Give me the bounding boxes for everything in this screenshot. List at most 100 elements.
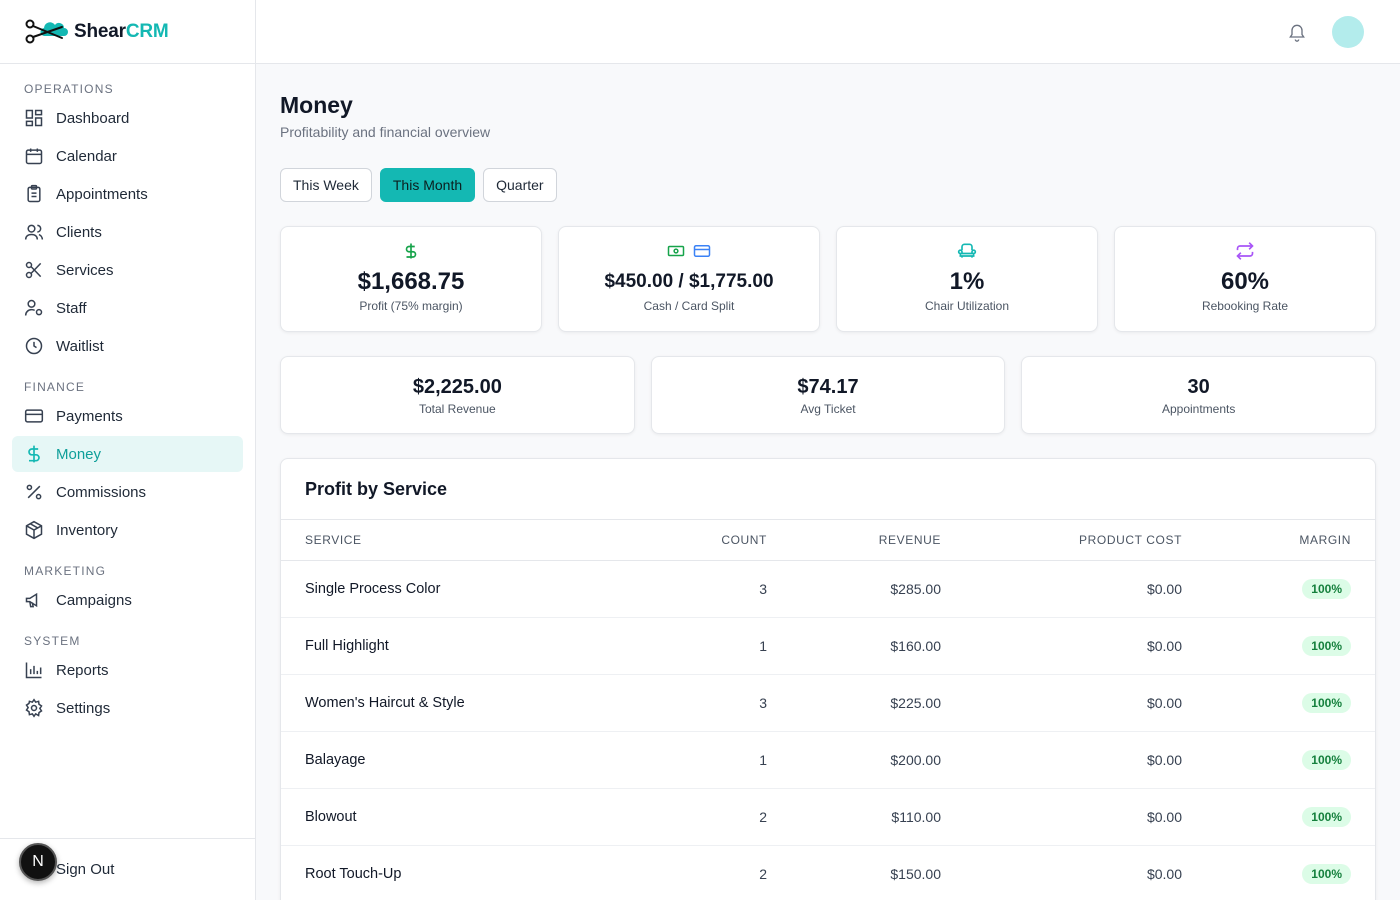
sidebar-item-staff[interactable]: Staff [12,290,243,326]
service-revenue: $200.00 [767,731,941,789]
col-count: COUNT [681,520,767,561]
service-revenue: $150.00 [767,845,941,900]
avatar[interactable] [1332,16,1364,48]
dollar-icon [24,444,44,464]
service-revenue: $225.00 [767,674,941,732]
gear-icon [24,698,44,718]
service-product-cost: $0.00 [941,788,1182,846]
service-name: Single Process Color [281,560,681,618]
sign-out-label: Sign Out [56,861,115,878]
table-row: Full Highlight 1 $160.00 $0.00 100% [281,617,1375,675]
sidebar-item-label: Calendar [56,147,117,165]
sidebar-item-appointments[interactable]: Appointments [12,176,243,212]
sidebar-item-calendar[interactable]: Calendar [12,138,243,174]
period-this-week-button[interactable]: This Week [280,168,372,202]
sidebar-item-label: Settings [56,699,111,717]
section-system: SYSTEM [24,634,81,648]
col-margin: MARGIN [1182,520,1375,561]
sidebar-item-label: Waitlist [56,337,104,355]
service-name: Full Highlight [281,617,681,675]
service-count: 1 [681,731,767,789]
appointments-card: 30 Appointments [1021,356,1377,434]
sidebar-item-settings[interactable]: Settings [12,690,243,726]
sidebar-item-label: Commissions [56,483,147,501]
cash-card-split-label: Cash / Card Split [643,299,735,313]
period-selector: This Week This Month Quarter [280,168,1376,202]
sidebar-item-reports[interactable]: Reports [12,652,243,688]
profit-by-service-card: Profit by Service SERVICE COUNT REVENUE … [280,458,1376,900]
total-revenue-label: Total Revenue [418,401,496,416]
topbar [256,0,1400,64]
dashboard-icon [24,108,44,128]
table-row: Blowout 2 $110.00 $0.00 100% [281,788,1375,846]
armchair-icon [957,241,977,266]
brand-name: ShearCRM [74,20,169,42]
period-quarter-button[interactable]: Quarter [483,168,557,202]
credit-card-icon [692,242,712,265]
avg-ticket-card: $74.17 Avg Ticket [650,356,1006,434]
col-revenue: REVENUE [767,520,941,561]
user-cog-icon [24,298,44,318]
sidebar-item-inventory[interactable]: Inventory [12,512,243,548]
sidebar-item-clients[interactable]: Clients [12,214,243,250]
service-count: 2 [681,845,767,900]
calendar-icon [24,146,44,166]
sidebar-item-campaigns[interactable]: Campaigns [12,582,243,618]
service-count: 1 [681,617,767,675]
sidebar-item-services[interactable]: Services [12,252,243,288]
service-count: 2 [681,788,767,846]
sidebar-item-label: Inventory [56,521,118,539]
credit-card-icon [24,406,44,426]
sidebar-item-money[interactable]: Money [12,436,243,472]
chair-utilization-label: Chair Utilization [924,299,1010,313]
sidebar: ShearCRM OPERATIONS Dashboard Calendar A… [0,0,256,900]
profit-by-service-title: Profit by Service [281,459,1375,520]
service-count: 3 [681,560,767,618]
cash-card-split-card: $450.00 / $1,775.00 Cash / Card Split [558,226,820,332]
sidebar-item-label: Campaigns [56,591,132,609]
page-title: Money [280,92,353,118]
section-marketing: MARKETING [24,564,107,578]
period-this-month-button[interactable]: This Month [379,168,476,202]
col-product-cost: PRODUCT COST [941,520,1182,561]
sidebar-item-label: Payments [56,407,123,425]
profit-value: $1,668.75 [357,268,465,295]
service-product-cost: $0.00 [941,731,1182,789]
service-product-cost: $0.00 [941,845,1182,900]
profit-card: $1,668.75 Profit (75% margin) [280,226,542,332]
rebooking-rate-label: Rebooking Rate [1201,299,1289,313]
table-row: Women's Haircut & Style 3 $225.00 $0.00 … [281,674,1375,732]
service-revenue: $285.00 [767,560,941,618]
sidebar-item-payments[interactable]: Payments [12,398,243,434]
section-finance: FINANCE [24,380,86,394]
summary-row: $2,225.00 Total Revenue $74.17 Avg Ticke… [280,356,1377,434]
cash-icon [666,242,686,265]
total-revenue-value: $2,225.00 [412,375,502,398]
sidebar-item-label: Services [56,261,114,279]
cash-card-split-value: $450.00 / $1,775.00 [604,271,774,292]
brand[interactable]: ShearCRM [0,0,255,64]
margin-badge: 100% [1302,692,1351,713]
table-row: Balayage 1 $200.00 $0.00 100% [281,731,1375,789]
dollar-icon [402,241,420,266]
sidebar-item-commissions[interactable]: Commissions [12,474,243,510]
profit-by-service-table: SERVICE COUNT REVENUE PRODUCT COST MARGI… [281,520,1375,900]
margin-badge: 100% [1302,578,1351,599]
avg-ticket-label: Avg Ticket [800,401,856,416]
service-product-cost: $0.00 [941,560,1182,618]
service-name: Women's Haircut & Style [281,674,681,732]
section-operations: OPERATIONS [24,82,114,96]
sidebar-item-label: Staff [56,299,87,317]
service-count: 3 [681,674,767,732]
bell-icon[interactable] [1287,21,1309,43]
sidebar-item-waitlist[interactable]: Waitlist [12,328,243,364]
dev-tools-button[interactable]: N [19,843,57,881]
kpi-row: $1,668.75 Profit (75% margin) $450.00 / … [280,226,1376,332]
clock-icon [24,336,44,356]
sidebar-item-label: Money [56,445,102,463]
sidebar-item-label: Reports [56,661,109,679]
service-product-cost: $0.00 [941,617,1182,675]
sidebar-item-dashboard[interactable]: Dashboard [12,100,243,136]
repeat-icon [1235,241,1255,266]
sidebar-item-label: Clients [56,223,102,241]
